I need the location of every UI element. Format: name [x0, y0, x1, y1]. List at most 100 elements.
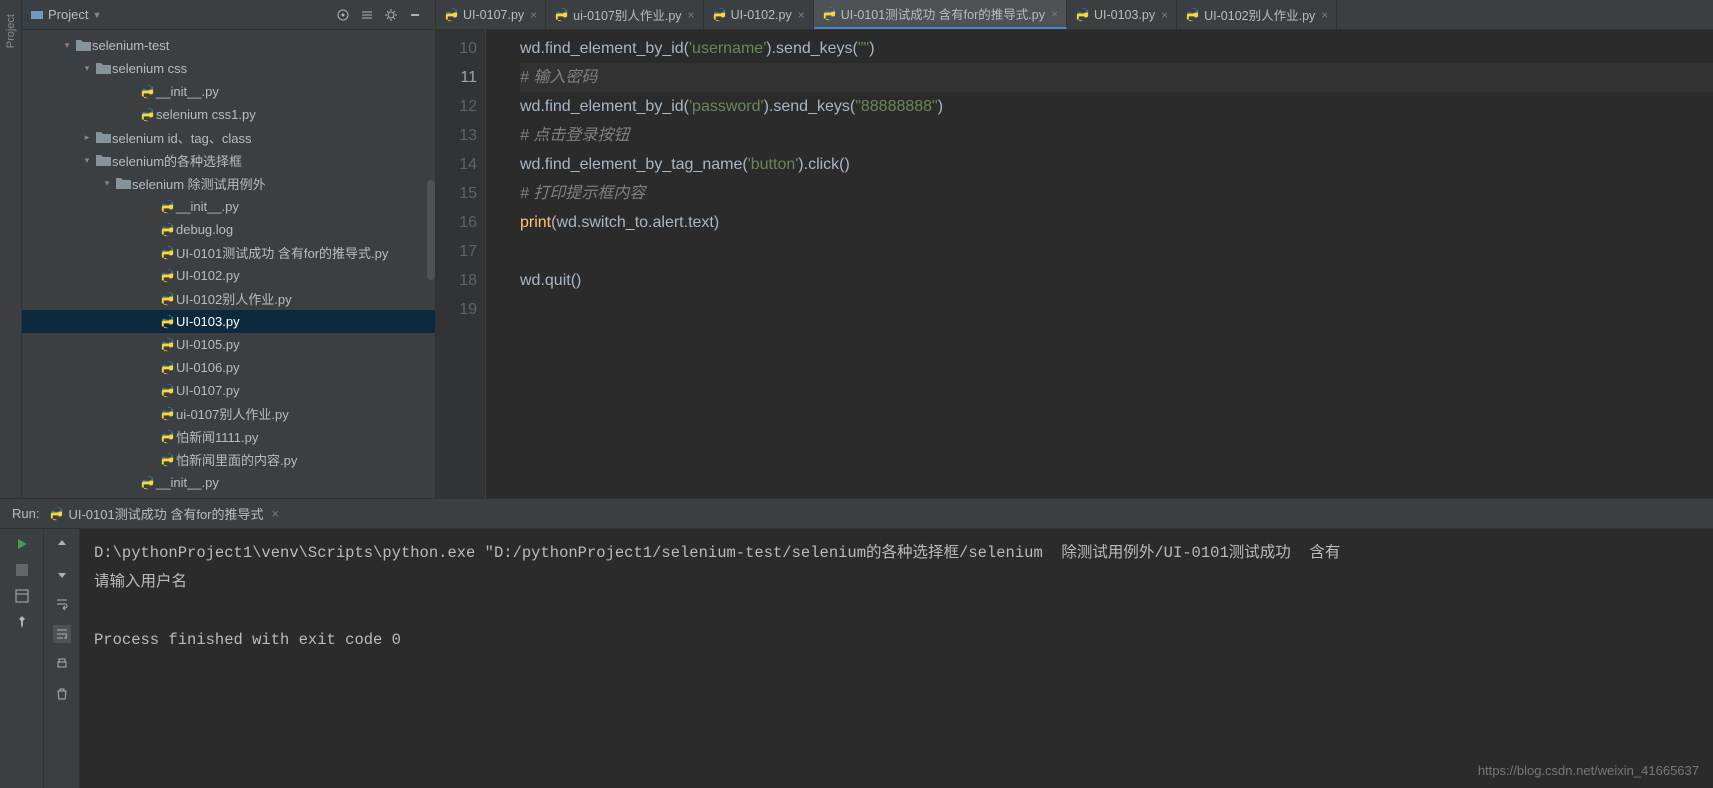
python-file-icon [158, 360, 176, 375]
sidebar-header: Project ▼ [22, 0, 435, 30]
tree-label: selenium 除测试用例外 [132, 174, 266, 193]
tree-node[interactable]: UI-0105.py [22, 333, 435, 356]
editor-tab[interactable]: UI-0103.py × [1067, 0, 1177, 29]
project-title: Project [48, 7, 88, 22]
tree-node[interactable]: UI-0102别人作业.py [22, 287, 435, 310]
python-file-icon [158, 199, 176, 214]
close-icon[interactable]: × [1321, 8, 1328, 22]
tree-node[interactable]: ▾selenium的各种选择框 [22, 149, 435, 172]
trash-icon[interactable] [53, 685, 71, 703]
editor-area: UI-0107.py×ui-0107别人作业.py×UI-0102.py×UI-… [436, 0, 1713, 498]
close-icon[interactable]: × [798, 8, 805, 22]
editor-tab[interactable]: UI-0107.py× [436, 0, 546, 29]
tree-label: UI-0101测试成功 含有for的推导式.py [176, 243, 388, 262]
down-icon[interactable] [53, 565, 71, 583]
tree-node[interactable]: 怕新闻1111.py [22, 425, 435, 448]
tree-label: UI-0105.py [176, 337, 240, 352]
settings-icon[interactable] [383, 7, 399, 23]
tab-label: UI-0101测试成功 含有for的推导式.py [841, 4, 1045, 23]
collapse-icon[interactable] [359, 7, 375, 23]
folder-icon [94, 62, 112, 75]
python-icon [1185, 7, 1200, 22]
python-file-icon [158, 406, 176, 421]
stop-icon[interactable] [13, 561, 31, 579]
python-file-icon [158, 383, 176, 398]
project-dropdown[interactable]: Project ▼ [30, 7, 101, 22]
python-file-icon [158, 429, 176, 444]
tree-node[interactable]: __init__.py [22, 471, 435, 494]
folder-icon [94, 154, 112, 167]
tree-node[interactable]: ▾selenium-test [22, 34, 435, 57]
tree-label: UI-0103.py [176, 314, 240, 329]
tree-node[interactable]: UI-0106.py [22, 356, 435, 379]
tree-node[interactable]: 怕新闻里面的内容.py [22, 448, 435, 471]
tab-label: UI-0102别人作业.py [1204, 5, 1315, 24]
tree-label: selenium css [112, 61, 187, 76]
tree-label: __init__.py [176, 199, 239, 214]
pin-icon[interactable] [13, 613, 31, 631]
code-body[interactable]: wd.find_element_by_id('username').send_k… [486, 30, 1713, 498]
close-icon[interactable]: × [530, 8, 537, 22]
wrap-icon[interactable] [53, 595, 71, 613]
tab-label: UI-0103.py [1094, 8, 1155, 22]
tree-node[interactable]: debug.log [22, 218, 435, 241]
folder-icon [74, 39, 92, 52]
tree-node[interactable]: ▾selenium 除测试用例外 [22, 172, 435, 195]
project-tree[interactable]: ▾selenium-test▾selenium css__init__.pyse… [22, 30, 435, 498]
tree-node[interactable]: UI-0101测试成功 含有for的推导式.py [22, 241, 435, 264]
tree-label: ui-0107别人作业.py [176, 404, 289, 423]
run-toolbar-right [44, 529, 80, 788]
up-icon[interactable] [53, 535, 71, 553]
left-tool-rail: Project [0, 0, 22, 498]
python-file-icon [158, 222, 176, 237]
minimize-icon[interactable] [407, 7, 423, 23]
tree-node[interactable]: ▸selenium id、tag、class [22, 126, 435, 149]
tree-label: 怕新闻里面的内容.py [176, 450, 297, 469]
python-icon [49, 506, 64, 521]
editor-tab[interactable]: UI-0101测试成功 含有for的推导式.py × [814, 0, 1067, 29]
close-icon[interactable]: × [688, 8, 695, 22]
console-output[interactable]: D:\pythonProject1\venv\Scripts\python.ex… [80, 529, 1713, 788]
close-icon[interactable]: × [1161, 8, 1168, 22]
tree-node[interactable]: ▾selenium css [22, 57, 435, 80]
locate-icon[interactable] [335, 7, 351, 23]
close-icon[interactable]: × [272, 506, 280, 521]
run-icon[interactable] [13, 535, 31, 553]
code-editor[interactable]: 10111213141516171819 wd.find_element_by_… [436, 30, 1713, 498]
python-file-icon [138, 475, 156, 490]
tree-label: selenium id、tag、class [112, 128, 251, 147]
tree-node[interactable]: UI-0102.py [22, 264, 435, 287]
tree-label: UI-0102别人作业.py [176, 289, 292, 308]
editor-tab[interactable]: ui-0107别人作业.py× [546, 0, 703, 29]
python-file-icon [138, 107, 156, 122]
project-tool-label[interactable]: Project [5, 14, 17, 48]
editor-tabs: UI-0107.py×ui-0107别人作业.py×UI-0102.py×UI-… [436, 0, 1713, 30]
python-icon [1075, 7, 1090, 22]
tree-node[interactable]: UI-0103.py [22, 310, 435, 333]
tree-node[interactable]: ui-0107别人作业.py [22, 402, 435, 425]
python-file-icon [158, 314, 176, 329]
close-icon[interactable]: × [1051, 7, 1058, 21]
tree-label: __init__.py [156, 475, 219, 490]
python-file-icon [158, 268, 176, 283]
python-icon [444, 7, 459, 22]
tree-node[interactable]: __init__.py [22, 80, 435, 103]
tree-label: __init__.py [156, 84, 219, 99]
scroll-icon[interactable] [53, 625, 71, 643]
tree-node[interactable]: UI-0107.py [22, 379, 435, 402]
print-icon[interactable] [53, 655, 71, 673]
editor-tab[interactable]: UI-0102.py× [704, 0, 814, 29]
tree-node[interactable]: __init__.py [22, 195, 435, 218]
run-config-tab[interactable]: UI-0101测试成功 含有for的推导式 × [49, 504, 279, 523]
tree-label: UI-0106.py [176, 360, 240, 375]
layout-icon[interactable] [13, 587, 31, 605]
python-file-icon [138, 84, 156, 99]
tree-node[interactable]: selenium css1.py [22, 103, 435, 126]
python-icon [554, 7, 569, 22]
python-icon [822, 6, 837, 21]
editor-tab[interactable]: UI-0102别人作业.py × [1177, 0, 1337, 29]
tree-label: UI-0107.py [176, 383, 240, 398]
project-sidebar: Project ▼ ▾selenium-test▾selenium css __i… [22, 0, 436, 498]
tree-scrollbar[interactable] [427, 180, 435, 280]
run-panel: Run: UI-0101测试成功 含有for的推导式 × D:\pythonPr… [0, 498, 1713, 788]
